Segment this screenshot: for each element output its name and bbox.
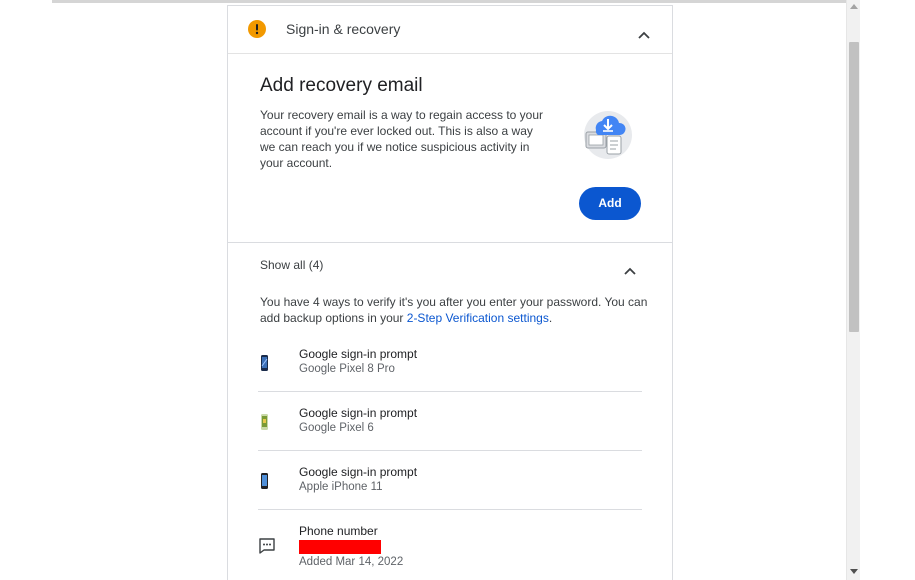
sign-in-recovery-card: Sign-in & recovery Add recovery email Yo… xyxy=(227,5,673,580)
method-device: Google Pixel 8 Pro xyxy=(299,363,395,375)
recovery-description: Your recovery email is a way to regain a… xyxy=(260,108,544,170)
redacted-phone-number xyxy=(299,540,381,554)
scrollbar-thumb[interactable] xyxy=(849,42,859,332)
method-title: Google sign-in prompt xyxy=(299,406,418,420)
list-item[interactable]: Google sign-in prompt Google Pixel 8 Pro xyxy=(258,347,642,392)
add-button[interactable]: Add xyxy=(579,187,641,220)
scroll-up-arrow-icon[interactable] xyxy=(850,4,858,9)
two-step-verification-link[interactable]: 2-Step Verification settings xyxy=(407,311,549,325)
add-recovery-email-section: Add recovery email Your recovery email i… xyxy=(228,54,672,243)
method-device: Google Pixel 6 xyxy=(299,422,374,434)
method-title: Phone number xyxy=(299,524,378,538)
top-border xyxy=(52,0,846,3)
phone-icon xyxy=(258,354,270,377)
chevron-up-icon[interactable] xyxy=(624,262,636,275)
list-item[interactable]: Google sign-in prompt Apple iPhone 11 xyxy=(258,465,642,510)
section-title: Sign-in & recovery xyxy=(286,21,401,37)
phone-icon xyxy=(258,472,270,495)
method-title: Google sign-in prompt xyxy=(299,347,418,361)
section-header[interactable]: Sign-in & recovery xyxy=(228,6,672,54)
list-item[interactable]: Google sign-in prompt Google Pixel 6 xyxy=(258,406,642,451)
method-device: Apple iPhone 11 xyxy=(299,481,383,493)
verification-description: You have 4 ways to verify it's you after… xyxy=(260,295,648,325)
warning-icon xyxy=(248,20,266,38)
vertical-scrollbar[interactable] xyxy=(846,0,860,580)
sms-icon xyxy=(258,537,276,560)
scroll-down-arrow-icon[interactable] xyxy=(850,569,858,574)
show-all-toggle[interactable]: Show all (4) xyxy=(260,258,323,272)
recovery-title: Add recovery email xyxy=(260,75,423,96)
chevron-up-icon[interactable] xyxy=(638,26,650,39)
verification-methods-section: Show all (4) You have 4 ways to verify i… xyxy=(228,243,672,580)
method-added-date: Added Mar 14, 2022 xyxy=(299,556,404,568)
cloud-download-illustration xyxy=(580,110,636,160)
list-item[interactable]: Phone number Added Mar 14, 2022 xyxy=(258,524,642,580)
method-title: Google sign-in prompt xyxy=(299,465,418,479)
phone-icon xyxy=(258,413,270,436)
